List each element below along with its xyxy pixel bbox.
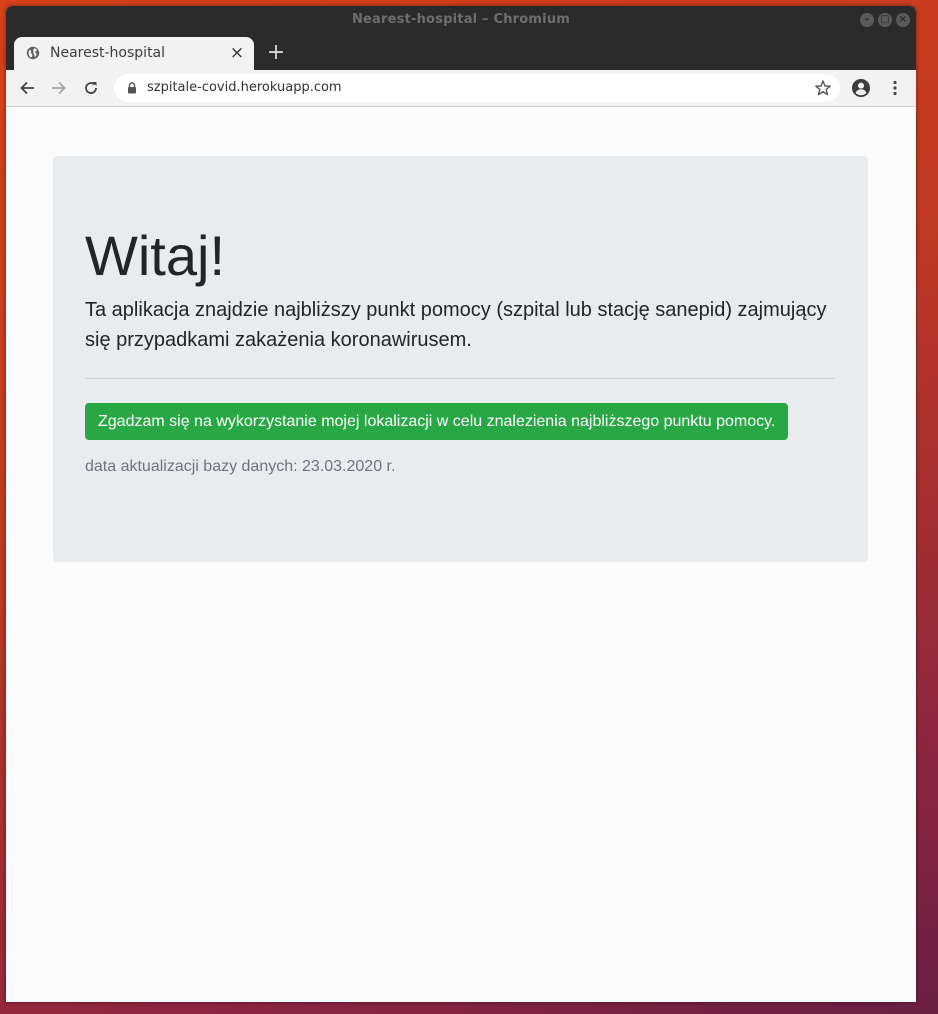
arrow-left-icon [20, 81, 34, 95]
star-icon[interactable] [814, 79, 832, 97]
divider [85, 378, 835, 379]
url-text[interactable]: szpitale-covid.herokuapp.com [147, 80, 342, 95]
arrow-right-icon [52, 81, 66, 95]
browser-tab[interactable]: Nearest-hospital × [14, 37, 254, 70]
tab-close-button[interactable]: × [228, 44, 246, 62]
database-update-date: data aktualizacji bazy danych: 23.03.202… [85, 458, 396, 475]
kebab-menu-icon [893, 80, 897, 96]
welcome-jumbotron: Witaj! Ta aplikacja znajdzie najbliższy … [53, 156, 868, 562]
tab-title: Nearest-hospital [50, 45, 166, 61]
location-consent-button[interactable]: Zgadzam się na wykorzystanie mojej lokal… [85, 403, 789, 440]
title-bar: Nearest-hospital – Chromium – □ × Neares… [6, 6, 916, 70]
browser-window: Nearest-hospital – Chromium – □ × Neares… [6, 6, 916, 1002]
account-icon [852, 79, 870, 97]
window-title: Nearest-hospital – Chromium [351, 12, 571, 27]
browser-toolbar: szpitale-covid.herokuapp.com [6, 70, 916, 107]
lead-text: Ta aplikacja znajdzie najbliższy punkt p… [85, 299, 827, 351]
minimize-button[interactable]: – [860, 13, 874, 27]
reload-button[interactable] [78, 75, 104, 101]
window-controls: – □ × [860, 13, 910, 27]
new-tab-button[interactable]: + [264, 41, 288, 65]
reload-icon [85, 82, 97, 94]
address-bar[interactable]: szpitale-covid.herokuapp.com [114, 74, 840, 102]
profile-button[interactable] [848, 75, 874, 101]
close-window-button[interactable]: × [896, 13, 910, 27]
maximize-button[interactable]: □ [878, 13, 892, 27]
lock-icon [128, 82, 136, 94]
browser-menu-button[interactable] [882, 75, 908, 101]
back-button[interactable] [14, 75, 40, 101]
forward-button[interactable] [46, 75, 72, 101]
globe-icon [26, 46, 40, 60]
page-content: Witaj! Ta aplikacja znajdzie najbliższy … [6, 107, 916, 1002]
page-title: Witaj! [85, 224, 225, 287]
